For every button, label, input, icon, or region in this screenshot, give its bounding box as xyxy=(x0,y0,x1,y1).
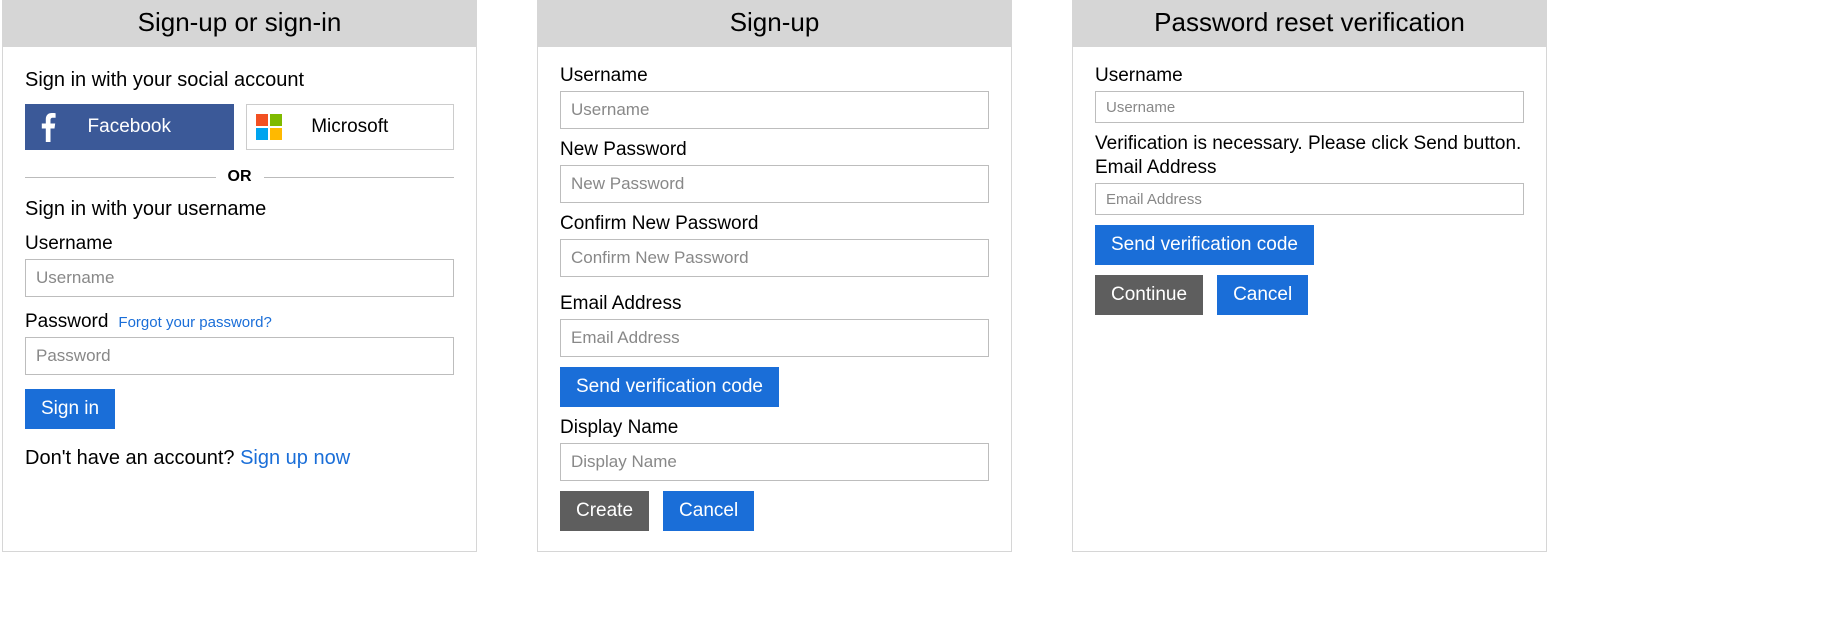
reset-email-label: Email Address xyxy=(1095,157,1216,179)
reset-continue-button[interactable]: Continue xyxy=(1095,275,1203,315)
signup-send-code-button[interactable]: Send verification code xyxy=(560,367,779,407)
signup-title: Sign-up xyxy=(538,1,1011,47)
signup-newpw-label: New Password xyxy=(560,139,687,161)
signin-password-input[interactable] xyxy=(25,337,454,375)
reset-title: Password reset verification xyxy=(1073,1,1546,47)
or-text: OR xyxy=(216,168,264,186)
signup-prompt: Don't have an account? Sign up now xyxy=(25,447,454,470)
signup-confirmpw-input[interactable] xyxy=(560,239,989,277)
signin-title: Sign-up or sign-in xyxy=(3,1,476,47)
reset-verify-message: Verification is necessary. Please click … xyxy=(1095,133,1524,155)
signup-newpw-input[interactable] xyxy=(560,165,989,203)
social-signin-title: Sign in with your social account xyxy=(25,69,454,92)
facebook-icon xyxy=(26,105,70,149)
signup-create-button[interactable]: Create xyxy=(560,491,649,531)
reset-cancel-button[interactable]: Cancel xyxy=(1217,275,1308,315)
or-divider: OR xyxy=(25,168,454,186)
microsoft-label: Microsoft xyxy=(291,116,454,138)
reset-username-label: Username xyxy=(1095,65,1183,87)
signup-username-label: Username xyxy=(560,65,648,87)
local-signin-title: Sign in with your username xyxy=(25,198,454,221)
microsoft-icon xyxy=(247,105,291,149)
signin-password-label: Password xyxy=(25,311,108,333)
signup-now-link[interactable]: Sign up now xyxy=(240,447,350,469)
microsoft-button[interactable]: Microsoft xyxy=(246,104,455,150)
signup-display-input[interactable] xyxy=(560,443,989,481)
facebook-button[interactable]: Facebook xyxy=(25,104,234,150)
signin-button[interactable]: Sign in xyxy=(25,389,115,429)
facebook-label: Facebook xyxy=(70,116,233,138)
reset-send-code-button[interactable]: Send verification code xyxy=(1095,225,1314,265)
signin-panel: Sign-up or sign-in Sign in with your soc… xyxy=(2,0,477,552)
signup-confirmpw-label: Confirm New Password xyxy=(560,213,759,235)
reset-panel: Password reset verification Username Ver… xyxy=(1072,0,1547,552)
signup-email-input[interactable] xyxy=(560,319,989,357)
signup-display-label: Display Name xyxy=(560,417,678,439)
signup-email-label: Email Address xyxy=(560,293,681,315)
signup-username-input[interactable] xyxy=(560,91,989,129)
signin-username-input[interactable] xyxy=(25,259,454,297)
signup-cancel-button[interactable]: Cancel xyxy=(663,491,754,531)
reset-username-input[interactable] xyxy=(1095,91,1524,123)
signin-username-label: Username xyxy=(25,233,113,255)
signup-panel: Sign-up Username New Password Confirm Ne… xyxy=(537,0,1012,552)
reset-email-input[interactable] xyxy=(1095,183,1524,215)
signup-prompt-text: Don't have an account? xyxy=(25,447,235,469)
forgot-password-link[interactable]: Forgot your password? xyxy=(118,314,271,331)
